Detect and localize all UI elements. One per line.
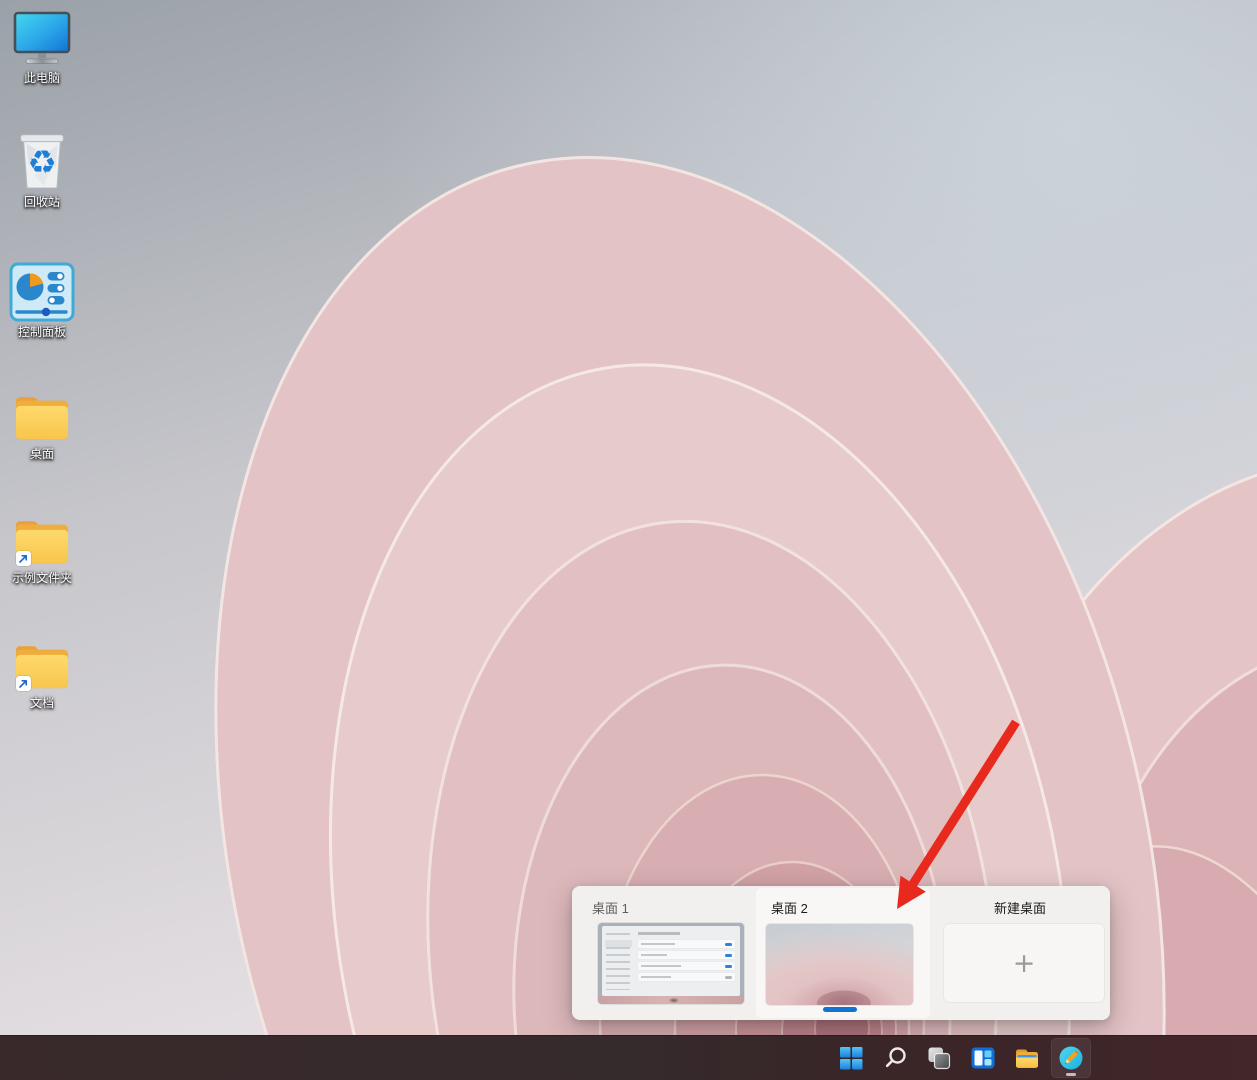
shortcut-arrow-icon xyxy=(16,551,31,566)
desktop1-thumbnail-window xyxy=(602,926,740,996)
desktop2-thumbnail[interactable] xyxy=(766,924,913,1005)
task-view-button[interactable] xyxy=(919,1038,959,1078)
active-desktop-indicator xyxy=(823,1007,857,1012)
folder-shortcut-icon xyxy=(11,639,73,693)
search-button[interactable] xyxy=(875,1038,915,1078)
desktop-icon-label: 示例文件夹 xyxy=(12,571,72,585)
desktop1-thumbnail[interactable] xyxy=(598,923,744,1004)
desktop-icon-label: 控制面板 xyxy=(18,325,66,339)
desktop-icon-label: 回收站 xyxy=(24,195,60,209)
recycle-bin-icon: ♻ xyxy=(15,126,69,192)
start-button[interactable] xyxy=(831,1038,871,1078)
taskbar xyxy=(0,1035,1257,1080)
windows-start-icon xyxy=(838,1045,864,1071)
file-explorer-button[interactable] xyxy=(1007,1038,1047,1078)
plus-icon: + xyxy=(1013,950,1036,977)
running-indicator xyxy=(1066,1073,1076,1076)
desktop1-label: 桌面 1 xyxy=(592,901,629,916)
search-icon xyxy=(882,1045,908,1071)
folder-icon xyxy=(11,390,73,444)
task-view-icon xyxy=(926,1045,952,1071)
desktop2-label: 桌面 2 xyxy=(771,901,808,916)
svg-text:♻: ♻ xyxy=(27,143,56,181)
desktop-icon-label: 桌面 xyxy=(30,447,54,461)
shortcut-arrow-icon xyxy=(16,676,31,691)
desktop-icon-label: 文档 xyxy=(30,696,54,710)
windows-desktop: 此电脑 ♻ 回收站 xyxy=(0,0,1257,1080)
new-desktop-label: 新建桌面 xyxy=(930,901,1110,916)
widgets-button[interactable] xyxy=(963,1038,1003,1078)
desktop-icon-recycle-bin[interactable]: ♻ 回收站 xyxy=(0,126,84,209)
new-desktop-button[interactable]: + xyxy=(944,924,1104,1002)
desktop-icon-this-pc[interactable]: 此电脑 xyxy=(0,10,84,85)
desktop-icon-label: 此电脑 xyxy=(24,71,60,85)
folder-shortcut-icon xyxy=(11,514,73,568)
desktop-icon-desktop-folder[interactable]: 桌面 xyxy=(0,390,84,461)
annotation-tool-button[interactable] xyxy=(1051,1038,1091,1078)
desktop-icon-sample-folder[interactable]: 示例文件夹 xyxy=(0,514,84,585)
desktop-icon-control-panel[interactable]: 控制面板 xyxy=(0,262,84,339)
pencil-annotation-icon xyxy=(1058,1045,1084,1071)
task-view-panel: 桌面 1 桌面 2 新建桌面 + xyxy=(572,886,1110,1020)
this-pc-icon xyxy=(10,10,74,68)
widgets-icon xyxy=(970,1045,996,1071)
file-explorer-icon xyxy=(1014,1046,1040,1070)
control-panel-icon xyxy=(9,262,75,322)
desktop-icon-documents[interactable]: 文档 xyxy=(0,639,84,710)
